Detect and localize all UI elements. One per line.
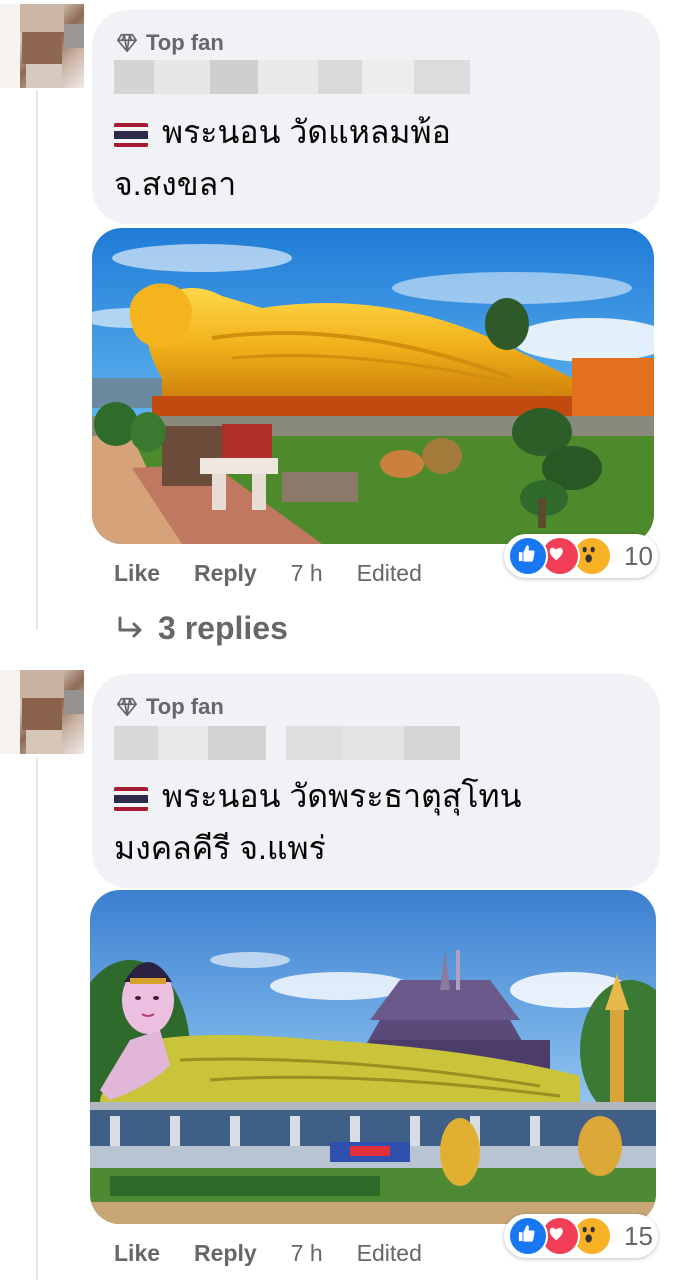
- edited-label[interactable]: Edited: [357, 1240, 422, 1267]
- comment-text: พระนอน วัดแหลมพ้อ จ.สงขลา: [114, 106, 451, 210]
- comment-actions: Like Reply 7 h Edited: [114, 560, 456, 587]
- top-fan-badge: Top fan: [116, 694, 224, 720]
- avatar[interactable]: [0, 670, 84, 754]
- diamond-icon: [117, 33, 137, 53]
- badge-label: Top fan: [146, 30, 224, 55]
- comment-text-line: พระนอน วัดแหลมพ้อ: [162, 114, 451, 150]
- thread-line: [36, 90, 38, 630]
- badge-label: Top fan: [146, 694, 224, 719]
- comment-text: พระนอน วัดพระธาตุสุโทน มงคลคีรี จ.แพร่: [114, 770, 522, 874]
- like-reaction-icon: [508, 1216, 548, 1256]
- reaction-count: 10: [624, 540, 653, 571]
- comment-bubble: Top fan พระนอน วัดพระธาตุสุโทน มงคลคีรี …: [92, 674, 660, 888]
- avatar[interactable]: [0, 4, 84, 88]
- edited-label[interactable]: Edited: [357, 560, 422, 587]
- commenter-name-blurred[interactable]: [114, 60, 470, 94]
- timestamp[interactable]: 7 h: [291, 1240, 323, 1267]
- reply-button[interactable]: Reply: [194, 1240, 257, 1267]
- reaction-summary[interactable]: 15: [504, 1214, 658, 1258]
- view-replies-link[interactable]: 3 replies: [116, 610, 288, 647]
- like-reaction-icon: [508, 536, 548, 576]
- thailand-flag-icon: [114, 122, 148, 147]
- comment-actions: Like Reply 7 h Edited: [114, 1240, 456, 1267]
- like-button[interactable]: Like: [114, 560, 160, 587]
- replies-label[interactable]: 3 replies: [158, 610, 288, 647]
- thread-line: [36, 758, 38, 1280]
- timestamp[interactable]: 7 h: [291, 560, 323, 587]
- reply-arrow-icon: [118, 616, 142, 637]
- like-button[interactable]: Like: [114, 1240, 160, 1267]
- reaction-summary[interactable]: 10: [504, 534, 658, 578]
- comment-text-line: จ.สงขลา: [114, 166, 237, 202]
- comment-text-line: มงคลคีรี จ.แพร่: [114, 830, 326, 866]
- commenter-name-blurred[interactable]: [114, 726, 460, 760]
- comment-photo[interactable]: [92, 228, 654, 544]
- reply-button[interactable]: Reply: [194, 560, 257, 587]
- thailand-flag-icon: [114, 786, 148, 811]
- comment-bubble: Top fan พระนอน วัดแหลมพ้อ จ.สงขลา: [92, 10, 660, 224]
- top-fan-badge: Top fan: [116, 30, 224, 56]
- diamond-icon: [117, 697, 137, 717]
- comment-text-line: พระนอน วัดพระธาตุสุโทน: [162, 778, 522, 814]
- reaction-count: 15: [624, 1220, 653, 1251]
- comment-photo[interactable]: [90, 890, 656, 1224]
